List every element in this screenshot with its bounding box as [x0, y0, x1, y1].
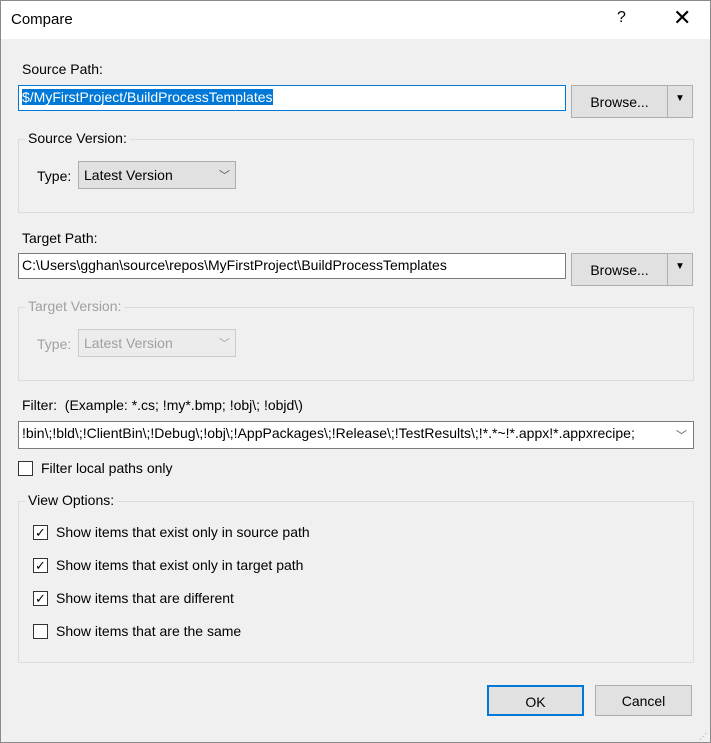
- checkbox-label: Filter local paths only: [41, 460, 173, 476]
- view-option-different[interactable]: ✓ Show items that are different: [33, 590, 234, 606]
- ok-button[interactable]: OK: [487, 685, 584, 716]
- target-path-input[interactable]: C:\Users\gghan\source\repos\MyFirstProje…: [18, 253, 566, 279]
- source-browse-button[interactable]: Browse...: [571, 85, 668, 118]
- title-bar: [1, 1, 710, 39]
- target-browse-dropdown[interactable]: ▼: [668, 253, 693, 286]
- filter-label: Filter:: [22, 397, 57, 413]
- view-option-same[interactable]: Show items that are the same: [33, 623, 241, 639]
- help-button[interactable]: ?: [617, 9, 626, 27]
- source-browse-split: Browse... ▼: [571, 85, 693, 118]
- source-type-select[interactable]: Latest Version ﹀: [78, 161, 236, 189]
- target-type-select: Latest Version ﹀: [78, 329, 236, 357]
- source-type-label: Type:: [37, 168, 72, 184]
- chevron-down-icon: ﹀: [219, 170, 230, 182]
- filter-example: (Example: *.cs; !my*.bmp; !obj\; !objd\): [64, 397, 303, 413]
- checkbox-label: Show items that exist only in source pat…: [56, 524, 310, 540]
- filter-value: !bin\;!bld\;!ClientBin\;!Debug\;!obj\;!A…: [22, 425, 635, 441]
- checkbox-checked-icon: ✓: [33, 524, 48, 540]
- resize-grip-icon[interactable]: ⋰: [699, 732, 707, 741]
- source-path-label: Source Path:: [22, 61, 103, 77]
- target-browse-button[interactable]: Browse...: [571, 253, 668, 286]
- target-browse-split: Browse... ▼: [571, 253, 693, 286]
- target-type-label: Type:: [37, 336, 72, 352]
- checkbox-label: Show items that exist only in target pat…: [56, 557, 304, 573]
- checkbox-checked-icon: ✓: [33, 557, 48, 573]
- view-option-source-only[interactable]: ✓ Show items that exist only in source pa…: [33, 524, 310, 540]
- chevron-down-icon: ﹀: [676, 430, 687, 442]
- view-option-target-only[interactable]: ✓ Show items that exist only in target pa…: [33, 557, 303, 573]
- checkbox-checked-icon: ✓: [33, 590, 48, 606]
- dialog-title: Compare: [11, 11, 73, 28]
- source-path-input[interactable]: $/MyFirstProject/BuildProcessTemplates: [18, 85, 566, 111]
- cancel-button[interactable]: Cancel: [595, 685, 692, 716]
- filter-local-checkbox[interactable]: Filter local paths only: [18, 460, 173, 476]
- checkbox-label: Show items that are the same: [56, 623, 242, 639]
- target-path-label: Target Path:: [22, 230, 98, 246]
- selected-value: Latest Version: [84, 335, 173, 351]
- view-options-legend: View Options:: [25, 492, 118, 508]
- filter-label-row: Filter: (Example: *.cs; !my*.bmp; !obj\;…: [22, 397, 303, 413]
- chevron-down-icon: ﹀: [219, 338, 230, 350]
- source-version-legend: Source Version:: [25, 130, 130, 146]
- checkbox-box: [33, 623, 48, 639]
- target-version-legend: Target Version:: [25, 298, 125, 314]
- close-button[interactable]: ✕: [673, 5, 691, 31]
- triangle-down-icon: ▼: [675, 93, 685, 104]
- checkbox-box: [18, 460, 33, 476]
- triangle-down-icon: ▼: [675, 261, 685, 272]
- selected-value: Latest Version: [84, 167, 173, 183]
- checkbox-label: Show items that are different: [56, 590, 234, 606]
- source-browse-dropdown[interactable]: ▼: [668, 85, 693, 118]
- filter-combo[interactable]: !bin\;!bld\;!ClientBin\;!Debug\;!obj\;!A…: [18, 421, 694, 449]
